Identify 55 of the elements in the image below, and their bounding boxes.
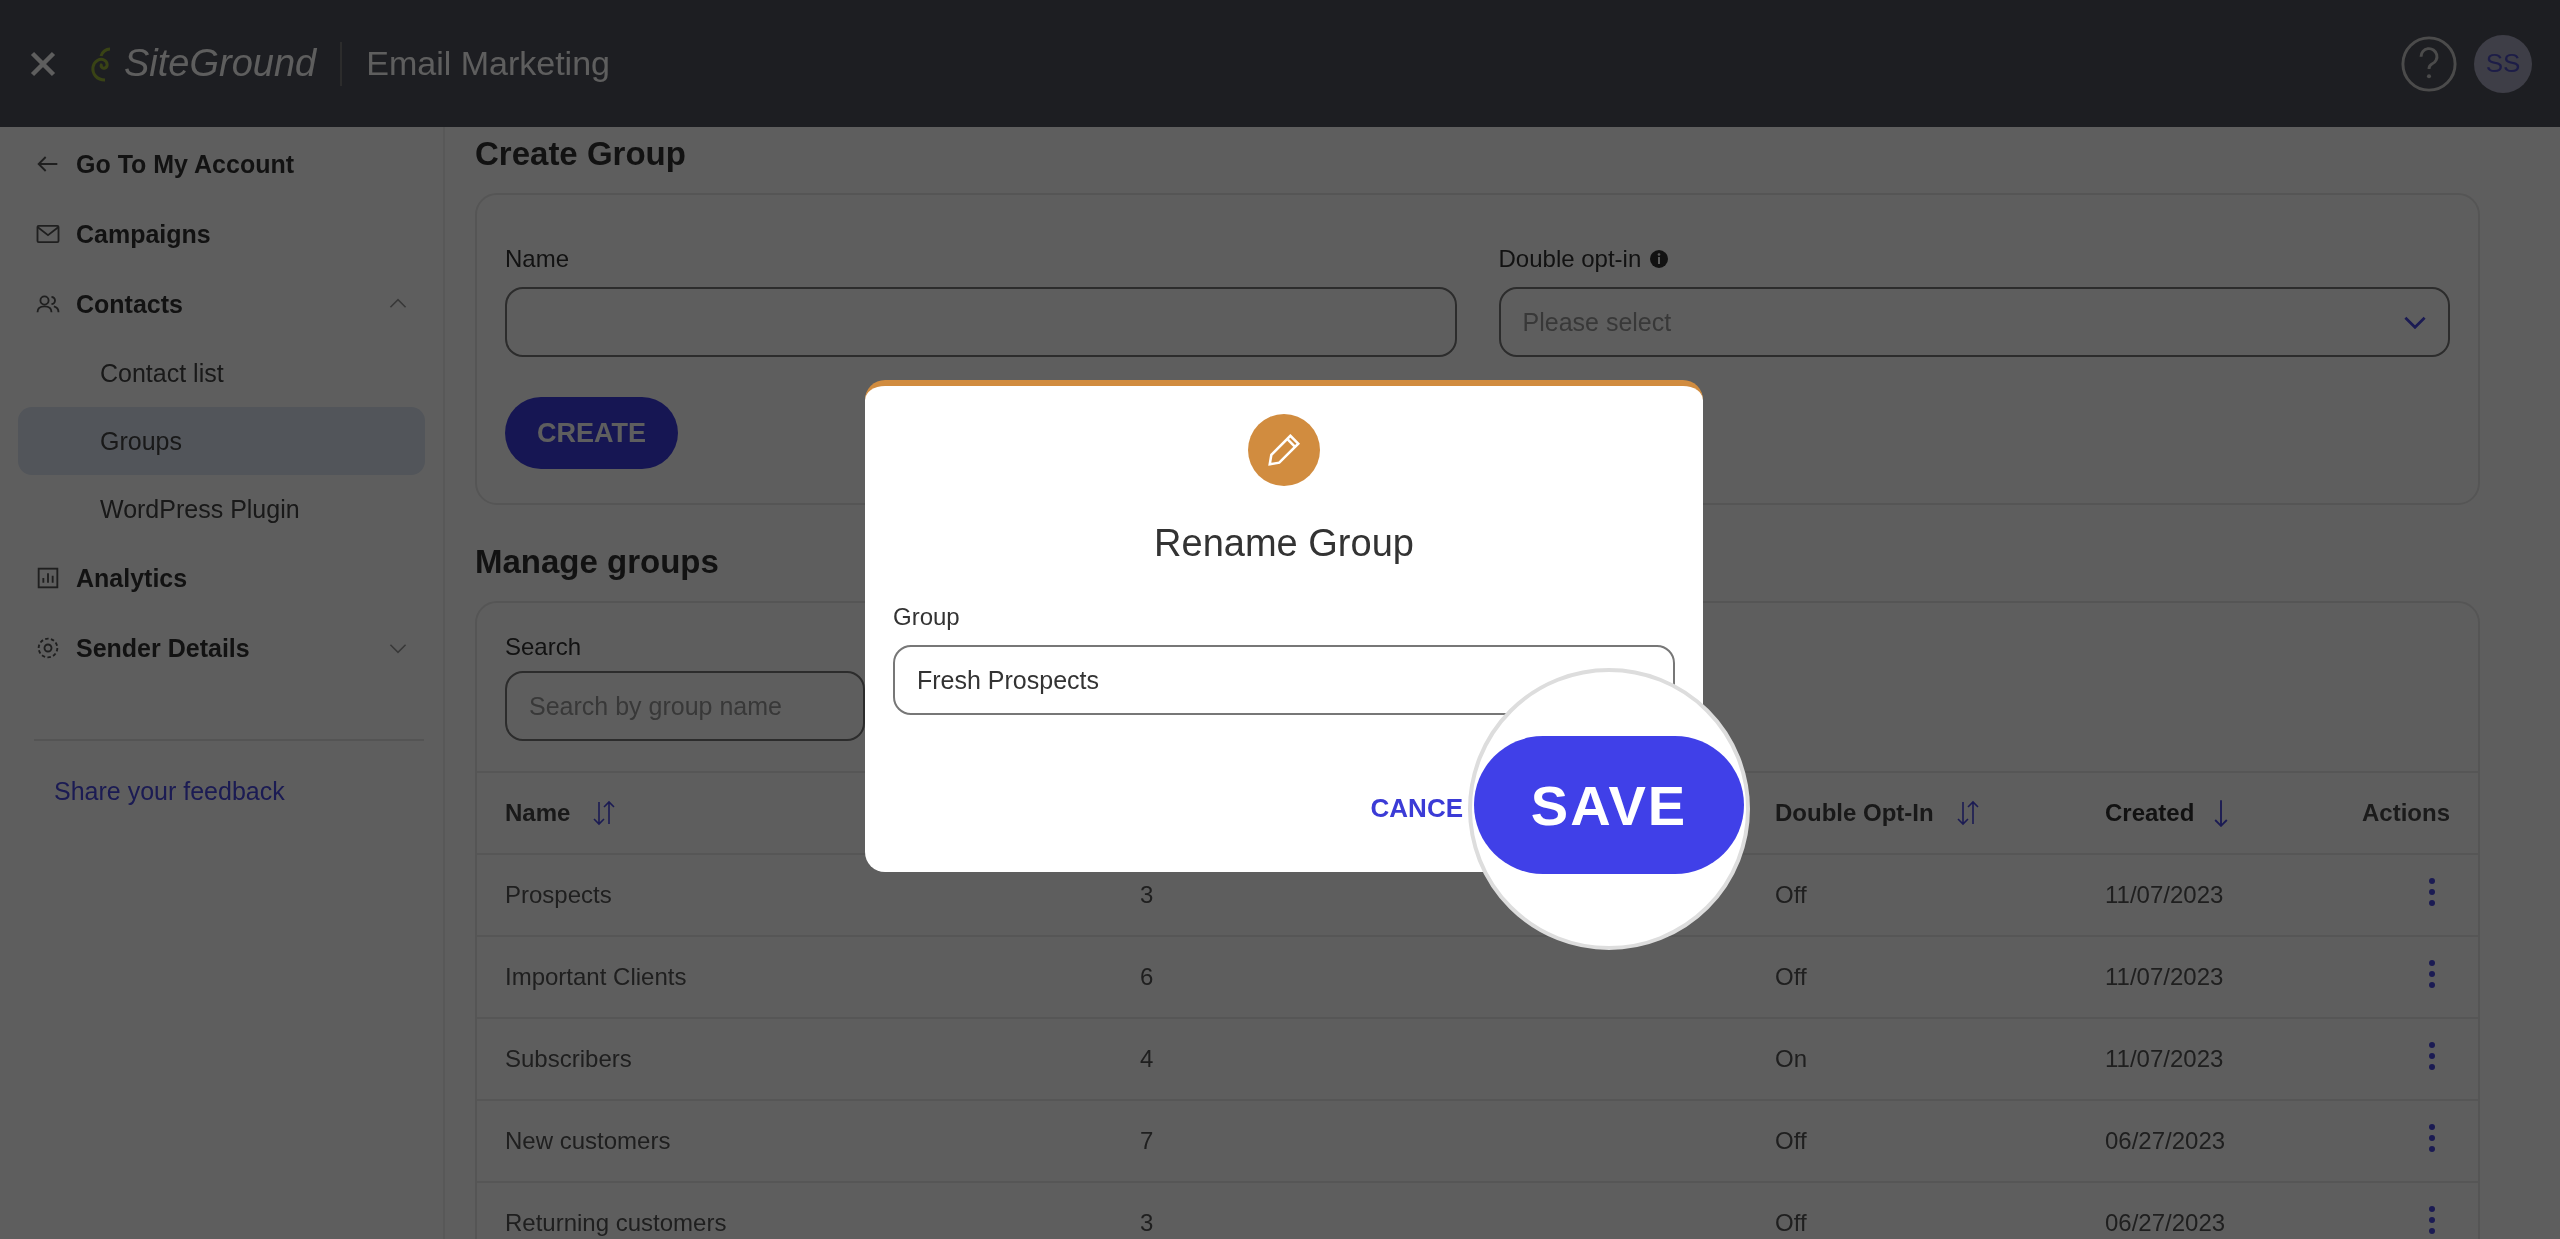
- table-cell-text: 6: [1140, 963, 1155, 991]
- table-cell-text: 4: [1140, 1045, 1155, 1073]
- table-cell-text: 06/27/2023: [2105, 1209, 2227, 1237]
- table-cell-text: 11/07/2023: [2105, 963, 2225, 991]
- table-cell-text: 11/07/2023: [2105, 881, 2225, 909]
- column-header: Created: [2105, 799, 2195, 827]
- field-label: Name: [505, 245, 571, 273]
- more-icon[interactable]: [2428, 1123, 2436, 1153]
- create-button[interactable]: CREATE: [505, 397, 678, 469]
- cancel-button[interactable]: CANCE: [1370, 793, 1463, 824]
- sidebar-item[interactable]: Sender Details: [18, 613, 425, 683]
- name-input[interactable]: [505, 287, 1457, 357]
- sidebar-item[interactable]: Analytics: [18, 543, 425, 613]
- table-cell-text: On: [1775, 1045, 1808, 1073]
- dialog-title: Rename Group: [1153, 522, 1415, 565]
- brand-name: SiteGround: [124, 42, 317, 85]
- table-cell-text: Prospects: [505, 881, 613, 909]
- sidebar-subitem[interactable]: Contact list: [18, 339, 425, 407]
- save-button[interactable]: SAVE: [1474, 736, 1744, 874]
- table-cell-text: Off: [1775, 1209, 1808, 1237]
- sort-down-icon[interactable]: [2214, 799, 2229, 827]
- field-label: Double opt-in: [1498, 245, 1642, 273]
- table-cell-text: 3: [1140, 1209, 1155, 1237]
- info-icon: [1649, 249, 1670, 269]
- column-header: Actions: [2362, 799, 2450, 827]
- table-cell-text: Important Clients: [505, 963, 688, 991]
- back-link[interactable]: Go To My Account: [18, 129, 425, 199]
- sidebar-subitem[interactable]: WordPress Plugin: [18, 475, 425, 543]
- sidebar-item[interactable]: Campaigns: [18, 199, 425, 269]
- chevron-down-icon: [2404, 315, 2426, 329]
- section-title: Create Group: [475, 135, 686, 173]
- sidebar-item[interactable]: Contacts: [18, 269, 425, 339]
- help-icon[interactable]: [2400, 34, 2458, 93]
- sidebar-subitem[interactable]: Groups: [18, 407, 425, 475]
- more-icon[interactable]: [2428, 877, 2436, 907]
- table-cell-text: 7: [1140, 1127, 1155, 1155]
- table-cell-text: Off: [1775, 1127, 1808, 1155]
- section-title: Manage groups: [475, 543, 719, 581]
- table-cell-text: 06/27/2023: [2105, 1127, 2227, 1155]
- feedback-link[interactable]: Share your feedback: [18, 777, 425, 806]
- table-cell-text: Off: [1775, 963, 1808, 991]
- table-cell-text: Subscribers: [505, 1045, 633, 1073]
- more-icon[interactable]: [2428, 1041, 2436, 1071]
- column-header: Name: [505, 799, 571, 827]
- more-icon[interactable]: [2428, 1205, 2436, 1235]
- table-cell-text: New customers: [505, 1127, 672, 1155]
- field-label: Group: [893, 603, 961, 631]
- table-cell-text: Returning customers: [505, 1209, 728, 1237]
- table-cell-text: 3: [1140, 881, 1155, 909]
- more-icon[interactable]: [2428, 959, 2436, 989]
- field-label: Search: [505, 633, 583, 661]
- column-header: Double Opt-In: [1775, 799, 1934, 827]
- table-cell-text: 11/07/2023: [2105, 1045, 2225, 1073]
- product-name: Email Marketing: [366, 44, 610, 83]
- table-cell-text: Off: [1775, 881, 1808, 909]
